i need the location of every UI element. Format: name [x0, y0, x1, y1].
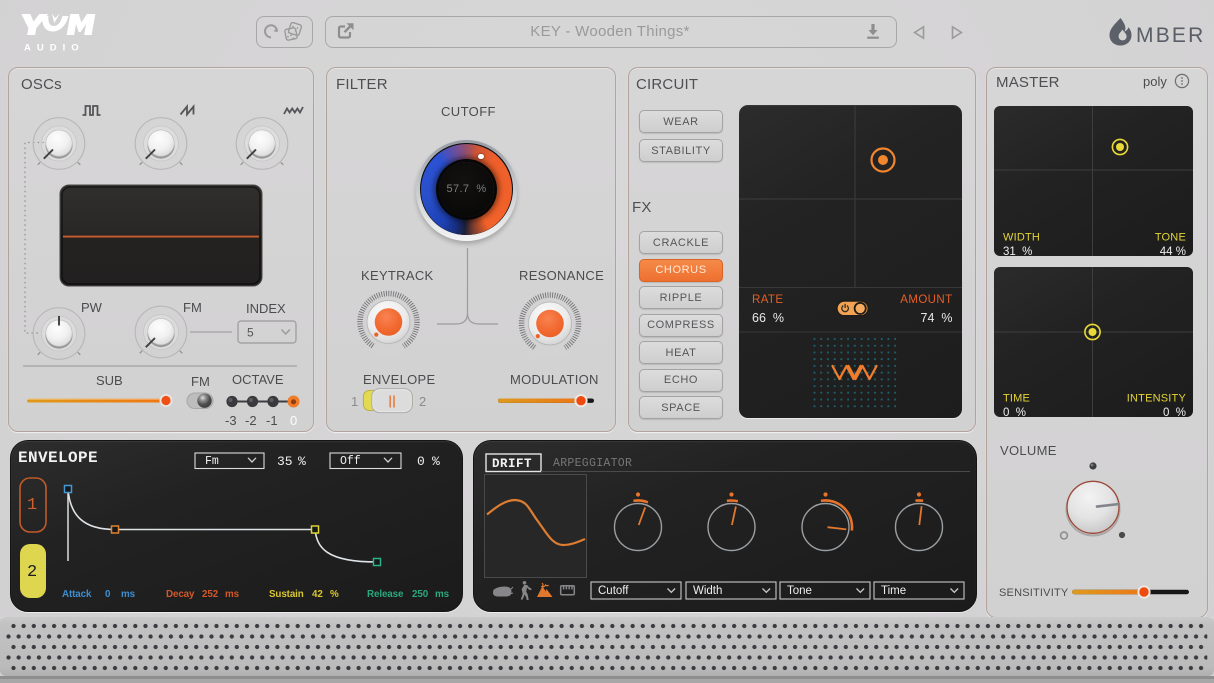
svg-text:INTENSITY: INTENSITY: [1127, 393, 1187, 405]
svg-text:66 %: 66 %: [752, 311, 784, 325]
svg-text:31 %: 31 %: [1003, 246, 1032, 258]
svg-text:44 %: 44 %: [1160, 246, 1186, 258]
svg-text:RATE: RATE: [752, 294, 783, 306]
svg-text:WIDTH: WIDTH: [1003, 232, 1040, 244]
svg-text:74 %: 74 %: [921, 311, 953, 325]
svg-text:5: 5: [247, 326, 254, 340]
svg-text:0 %: 0 %: [1163, 407, 1186, 419]
svg-text:0 %: 0 %: [1003, 407, 1026, 419]
svg-text:AMOUNT: AMOUNT: [900, 294, 952, 306]
svg-text:TIME: TIME: [1003, 393, 1030, 405]
svg-text:MBER: MBER: [1136, 24, 1202, 47]
svg-text:AUDIO: AUDIO: [24, 43, 85, 54]
svg-text:TONE: TONE: [1155, 232, 1186, 244]
